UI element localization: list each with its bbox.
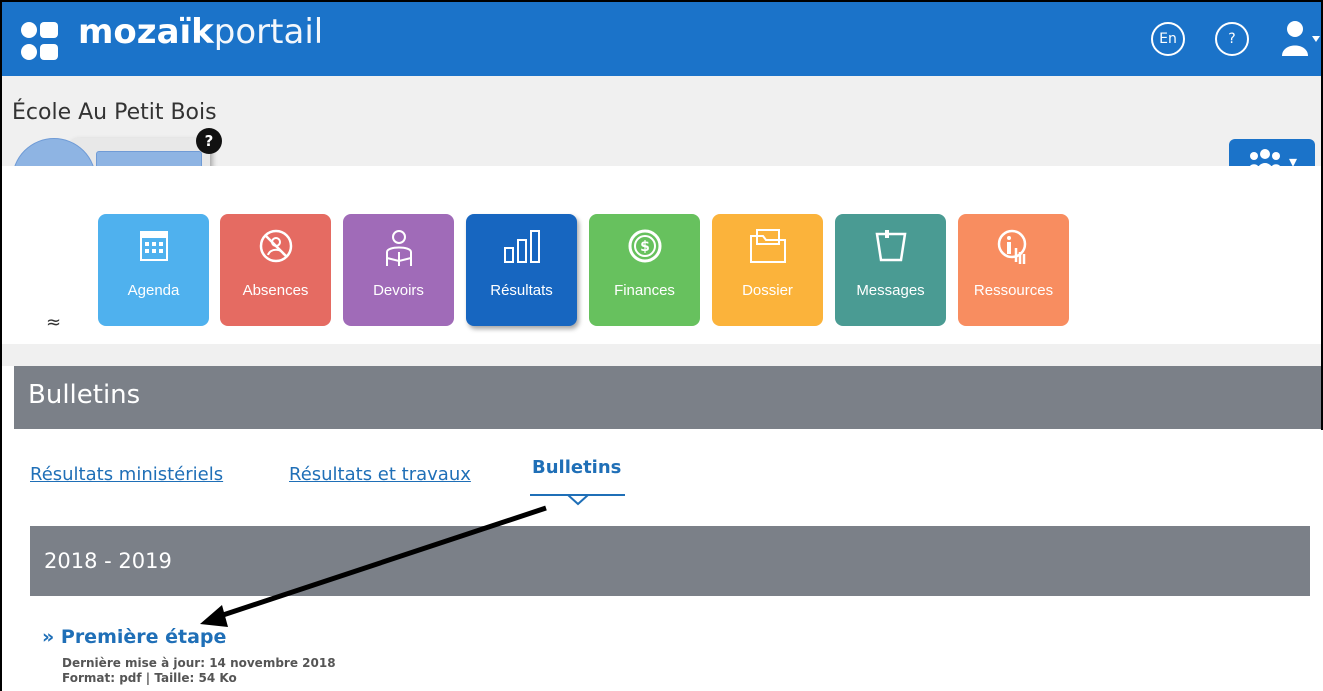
tile-label: Messages (856, 282, 925, 299)
tab-resultats-travaux[interactable]: Résultats et travaux (289, 464, 471, 485)
tile-dossier[interactable]: Dossier (712, 214, 823, 326)
frame-left-border (0, 0, 2, 691)
language-button[interactable]: En (1151, 22, 1185, 56)
active-tab-caret-icon (567, 494, 589, 506)
tile-label: Agenda (127, 282, 180, 299)
tile-messages[interactable]: Messages (835, 214, 946, 326)
bar-chart-icon (503, 230, 540, 263)
tile-label: Résultats (490, 282, 553, 299)
mozaik-logo-icon (21, 22, 58, 60)
absence-icon (259, 229, 292, 263)
tile-absences[interactable]: Absences (220, 214, 331, 326)
svg-text:$: $ (640, 239, 650, 255)
top-bar: mozaïkportail En ? (2, 2, 1323, 76)
student-help-badge[interactable]: ? (196, 128, 222, 154)
help-button[interactable]: ? (1215, 22, 1249, 56)
tile-label: Devoirs (373, 282, 424, 299)
bulletin-updated: Dernière mise à jour: 14 novembre 2018 (62, 656, 336, 670)
bulletin-format: Format: pdf | Taille: 54 Ko (62, 671, 237, 685)
tile-label: Dossier (742, 282, 793, 299)
dollar-icon: $ (628, 229, 661, 263)
tile-label: Absences (242, 282, 309, 299)
tile-ressources[interactable]: Ressources (958, 214, 1069, 326)
section-title: Bulletins (28, 380, 141, 410)
tab-resultats-ministeriels[interactable]: Résultats ministériels (30, 464, 223, 485)
collapse-tiles-icon[interactable]: ≈ (46, 312, 61, 333)
tile-label: Ressources (973, 282, 1054, 299)
tab-bulletins[interactable]: Bulletins (532, 457, 621, 478)
app-logo-text[interactable]: mozaïkportail (78, 8, 323, 56)
tile-devoirs[interactable]: Devoirs (343, 214, 454, 326)
logo-bold-text: mozaïk (78, 12, 214, 52)
user-menu-icon[interactable] (1280, 18, 1320, 58)
section-header: Bulletins (14, 366, 1323, 429)
note-icon (875, 230, 906, 262)
tile-label: Finances (614, 282, 675, 299)
tile-finances[interactable]: $ Finances (589, 214, 700, 326)
calendar-icon (139, 231, 168, 261)
logo-light-text: portail (213, 12, 324, 52)
school-year: 2018 - 2019 (44, 549, 172, 573)
info-hand-icon (997, 229, 1026, 264)
frame-top-border (0, 0, 1323, 2)
tile-agenda[interactable]: Agenda (98, 214, 209, 326)
year-header: 2018 - 2019 (30, 526, 1310, 596)
school-name: École Au Petit Bois (12, 100, 217, 125)
bulletin-link[interactable]: » Première étape (42, 626, 226, 648)
tile-band-footer (2, 344, 1323, 366)
folder-icon (749, 229, 786, 263)
tile-resultats[interactable]: Résultats (466, 214, 577, 326)
homework-icon (385, 230, 412, 266)
